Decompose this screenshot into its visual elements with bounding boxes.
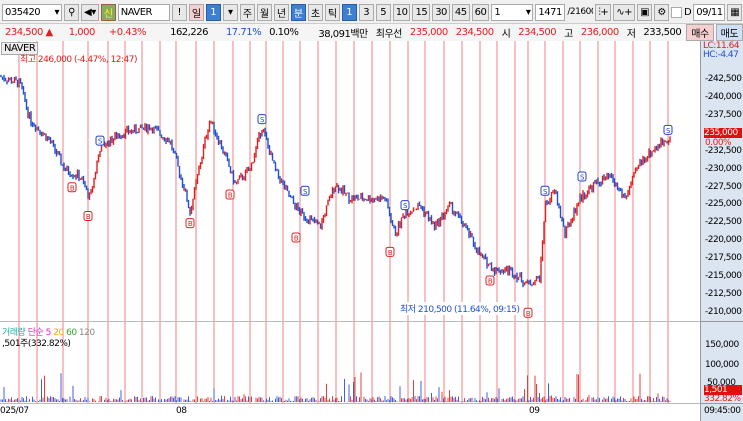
- interval-5[interactable]: 5: [375, 3, 391, 21]
- high: 236,000: [580, 27, 619, 38]
- best-label: 최우선: [375, 29, 403, 40]
- signal-label: B: [70, 184, 75, 192]
- change-pct: +0.43%: [108, 27, 147, 38]
- signal-label: B: [488, 278, 493, 286]
- period-num[interactable]: 1: [205, 3, 221, 21]
- bid: 234,500: [455, 27, 494, 38]
- open-label: 시: [501, 29, 511, 40]
- y-tick: -217,500: [705, 253, 742, 264]
- bars-total: /21600: [567, 7, 594, 17]
- y-tick: -212,500: [705, 289, 742, 300]
- interval-60[interactable]: 60: [471, 3, 490, 21]
- high-note: 최고 246,000 (-4.47%, 12:47): [20, 55, 138, 65]
- save-icon[interactable]: ▣: [637, 3, 653, 21]
- date-input[interactable]: 09/11: [693, 3, 726, 21]
- amount: 38,091백만: [318, 29, 368, 40]
- interval-1[interactable]: 1: [341, 3, 357, 21]
- change: 1,000: [68, 27, 96, 38]
- y-tick: -222,500: [705, 217, 742, 228]
- current-price: 234,500 ▲: [2, 27, 56, 38]
- period-day-button[interactable]: 일: [188, 3, 204, 21]
- add-line-icon[interactable]: ∿+: [613, 3, 636, 21]
- speaker-icon[interactable]: ◀▾: [81, 3, 99, 21]
- x-tick: 08: [176, 406, 187, 416]
- volume: 162,226: [170, 27, 208, 38]
- interval-15[interactable]: 15: [412, 3, 431, 21]
- gear-icon[interactable]: ⚙: [654, 3, 670, 21]
- up-arrow-icon: ▲: [45, 27, 54, 38]
- alert-button[interactable]: !: [171, 3, 187, 21]
- chart-area[interactable]: SSSSSSSBBBBBBBB NAVER 최고 246,000 (-4.47%…: [0, 41, 743, 421]
- bars-input[interactable]: 1471: [535, 3, 566, 21]
- vol-tick: 150,000: [705, 340, 739, 350]
- stock-code-input[interactable]: 035420 ▾: [2, 3, 62, 21]
- sell-button[interactable]: 매도: [715, 24, 743, 41]
- buy-button[interactable]: 매수: [686, 24, 714, 41]
- d-label: D: [684, 6, 692, 18]
- low-note: 최저 210,500 (11.64%, 09:15): [400, 302, 520, 315]
- count-input[interactable]: 1 ▾: [491, 3, 534, 21]
- y-tick: -215,000: [705, 271, 742, 282]
- price-chart[interactable]: SSSSSSSBBBBBBBB: [0, 41, 700, 421]
- ma120: 120: [78, 328, 95, 338]
- current-pct: 0.00%: [705, 138, 732, 148]
- current-price-marker: 235,000: [704, 128, 742, 138]
- minute-button[interactable]: 분: [290, 3, 306, 21]
- panel-divider[interactable]: [0, 321, 700, 322]
- open: 234,500: [518, 27, 557, 38]
- count-value: 1: [494, 6, 501, 18]
- tick-button[interactable]: 틱: [324, 3, 340, 21]
- second-button[interactable]: 초: [307, 3, 323, 21]
- quote-bar: 234,500 ▲ 1,000 +0.43% 162,226 17.71% 0.…: [0, 23, 743, 41]
- time-label: 09:45:00: [704, 406, 741, 416]
- volume-note: ,501주(332.82%): [2, 339, 71, 349]
- new-button[interactable]: 신: [100, 3, 116, 21]
- interval-30[interactable]: 30: [432, 3, 450, 21]
- y-tick: -242,500: [705, 74, 742, 84]
- signal-label: B: [294, 234, 299, 242]
- period-dropdown[interactable]: ▾: [222, 3, 238, 21]
- week-button[interactable]: 주: [239, 3, 255, 21]
- xaxis-divider: [0, 403, 700, 404]
- vol-tick: 100,000: [705, 360, 739, 370]
- ask: 235,000: [409, 27, 448, 38]
- interval-45[interactable]: 45: [451, 3, 470, 21]
- signal-label: B: [228, 191, 233, 199]
- x-tick: 025/07: [0, 406, 29, 416]
- x-tick: 09: [529, 406, 540, 416]
- price-axis[interactable]: LC:11.64 HC:-4.47 -242,500 -240,000 -237,5…: [700, 41, 743, 421]
- signal-label: B: [526, 310, 531, 318]
- d-checkbox[interactable]: [671, 6, 683, 18]
- low-label: 저: [626, 29, 636, 40]
- toolbar: 035420 ▾ ⚲ ◀▾ 신 NAVER ! 일 1 ▾ 주 월 년 분 초 틱…: [0, 2, 743, 22]
- interval-3[interactable]: 3: [358, 3, 374, 21]
- month-button[interactable]: 월: [256, 3, 272, 21]
- y-tick: -227,500: [705, 181, 742, 192]
- search-icon[interactable]: ⚲: [64, 3, 79, 21]
- year-button[interactable]: 년: [273, 3, 289, 21]
- turnover-pct: 17.71%: [225, 27, 262, 38]
- y-tick: -210,000: [705, 307, 742, 318]
- interval-10[interactable]: 10: [392, 3, 411, 21]
- y-tick: -230,000: [705, 163, 742, 174]
- signal-label: B: [188, 220, 193, 228]
- y-tick: -237,500: [705, 109, 742, 120]
- high-label: 고: [564, 29, 573, 40]
- signal-label: B: [388, 249, 393, 257]
- stock-name-field[interactable]: NAVER: [117, 3, 170, 21]
- ratio: 0.10%: [269, 27, 299, 38]
- add-indicator-icon[interactable]: ⫶+: [595, 3, 612, 21]
- stock-code: 035420: [5, 6, 41, 18]
- y-tick: -240,000: [705, 91, 742, 102]
- signal-label: B: [86, 213, 91, 221]
- price: 234,500: [5, 27, 43, 38]
- y-tick: -225,000: [705, 199, 742, 210]
- low: 233,500: [643, 27, 682, 38]
- calendar-icon[interactable]: ▦: [727, 3, 743, 21]
- hc-label: HC:-4.47: [703, 50, 739, 60]
- y-tick: -220,000: [705, 235, 742, 246]
